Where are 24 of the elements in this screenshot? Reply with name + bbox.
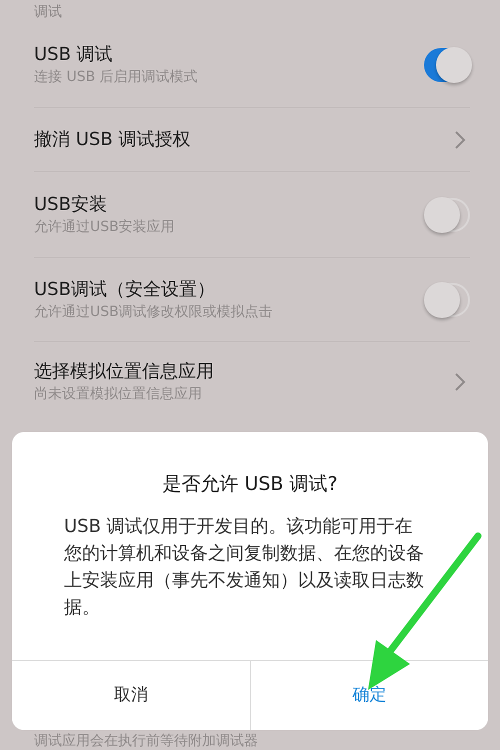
setting-title: USB调试（安全设置） (34, 278, 216, 302)
dialog-title: 是否允许 USB 调试? (161, 472, 339, 497)
setting-subtitle: 尚未设置模拟位置信息应用 (34, 385, 203, 404)
setting-title: USB安装 (34, 192, 108, 216)
setting-title: 选择模拟位置信息应用 (34, 360, 214, 384)
confirm-button[interactable]: 确定 (250, 661, 488, 730)
setting-subtitle: 允许通过USB安装应用 (34, 218, 175, 236)
setting-subtitle: 允许通过USB调试修改权限或模拟点击 (34, 302, 273, 322)
settings-row[interactable]: 选择模拟位置信息应用 尚未设置模拟位置信息应用 (34, 342, 470, 422)
chevron-right-icon (454, 130, 466, 150)
setting-subtitle: 调试应用会在执行前等待附加调试器 (34, 732, 258, 750)
toggle-switch[interactable] (424, 196, 470, 232)
section-header: 调试 (33, 3, 63, 22)
settings-row[interactable]: USB 调试 连接 USB 后启用调试模式 (34, 22, 470, 108)
settings-row[interactable]: USB安装 允许通过USB安装应用 (34, 172, 470, 258)
setting-subtitle: 连接 USB 后启用调试模式 (34, 68, 198, 86)
toggle-switch[interactable] (424, 46, 470, 82)
setting-title: USB 调试 (34, 42, 114, 66)
dialog-message: USB 调试仅用于开发目的。该功能可用于在您的计算机和设备之间复制数据、在您的设备上安装应用（事先不发通知）以及读取日志数据。 (64, 514, 425, 620)
chevron-right-icon (454, 372, 466, 392)
toggle-switch[interactable] (424, 282, 470, 318)
setting-title: 撤消 USB 调试授权 (34, 128, 190, 152)
settings-row[interactable]: USB调试（安全设置） 允许通过USB调试修改权限或模拟点击 (34, 258, 470, 342)
settings-row[interactable]: 撤消 USB 调试授权 (34, 108, 470, 172)
